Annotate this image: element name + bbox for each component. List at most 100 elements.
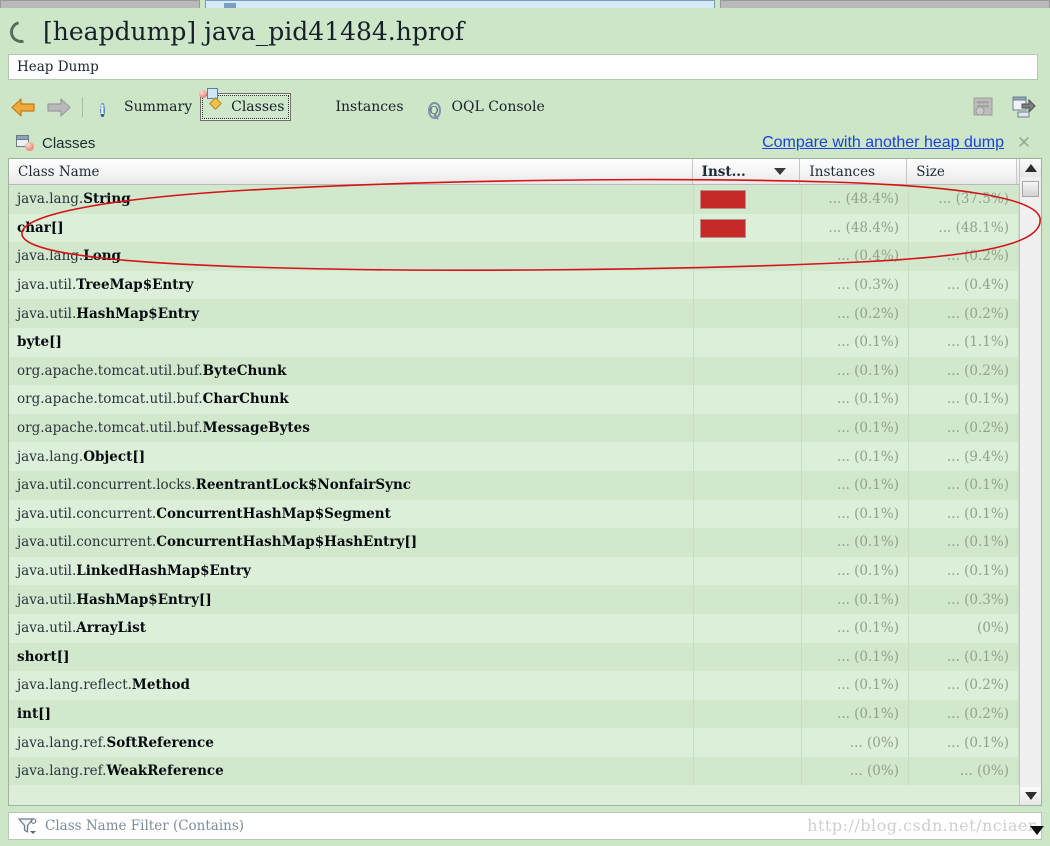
- classes-panel-header: Classes Compare with another heap dump ✕: [8, 128, 1042, 158]
- class-package: org.apache.tomcat.util.buf.: [17, 391, 203, 408]
- dropdown-caret-icon[interactable]: [1030, 826, 1044, 835]
- oql-icon: Q: [427, 101, 441, 119]
- sort-descending-caret-icon: [774, 168, 787, 175]
- cell-instances: ... (0.1%): [802, 585, 909, 614]
- class-simple-name: ByteChunk: [202, 362, 287, 379]
- cell-size: ... (0.1%): [909, 728, 1019, 757]
- cell-class-name: java.lang.reflect. Method: [9, 671, 694, 700]
- document-title-bar: [heapdump] java_pid41484.hprof: [0, 9, 1050, 53]
- table-row[interactable]: java.util. LinkedHashMap$Entry ... (0.1%).…: [9, 556, 1041, 586]
- cell-instances: ... (0.1%): [802, 327, 909, 357]
- table-row[interactable]: java.lang.reflect. Method ... (0.1%)... (0…: [9, 671, 1041, 700]
- cell-instances: ... (0.1%): [802, 556, 909, 586]
- class-simple-name: int[]: [17, 705, 51, 722]
- table-row[interactable]: java.lang.ref. SoftReference ... (0%)... (…: [9, 728, 1041, 757]
- class-simple-name: String: [83, 191, 131, 208]
- table-row[interactable]: org.apache.tomcat.util.buf. ByteChunk ... …: [9, 356, 1041, 386]
- table-row[interactable]: java.util. HashMap$Entry ... (0.2%)... (0.…: [9, 299, 1041, 328]
- class-simple-name: short[]: [17, 648, 70, 665]
- class-simple-name: CharChunk: [202, 391, 289, 408]
- cell-instances: ... (0.3%): [802, 270, 909, 300]
- class-package: java.util.concurrent.: [17, 505, 157, 522]
- cell-instances: ... (0.1%): [802, 528, 909, 557]
- table-row[interactable]: byte[] ... (0.1%)... (1.1%): [9, 327, 1041, 357]
- editor-tab-inactive-2[interactable]: [720, 0, 1050, 8]
- vertical-scrollbar[interactable]: [1019, 159, 1041, 805]
- class-simple-name: ConcurrentHashMap$HashEntry[]: [156, 534, 418, 551]
- table-row[interactable]: java.lang. Long ... (0.4%)... (0.2%): [9, 242, 1041, 271]
- table-row[interactable]: java.util. TreeMap$Entry ... (0.3%)... (0.…: [9, 270, 1041, 300]
- column-header-inst-bar[interactable]: Inst...: [693, 159, 801, 184]
- table-row[interactable]: org.apache.tomcat.util.buf. MessageBytes.…: [9, 413, 1041, 443]
- chart-report-icon[interactable]: [970, 94, 996, 120]
- page-title: [heapdump] java_pid41484.hprof: [43, 16, 465, 46]
- table-row[interactable]: java.lang.ref. WeakReference ... (0%)... (…: [9, 756, 1041, 786]
- scroll-thumb[interactable]: [1022, 181, 1039, 197]
- cell-size: ... (0.2%): [909, 356, 1019, 386]
- editor-tab-inactive-1[interactable]: [0, 0, 200, 8]
- close-icon[interactable]: ✕: [1013, 133, 1035, 153]
- table-row[interactable]: java.util.concurrent.locks. ReentrantLock…: [9, 470, 1041, 500]
- tab-classes[interactable]: Classes: [199, 87, 292, 121]
- class-simple-name: Long: [83, 248, 121, 265]
- info-icon: i: [100, 102, 105, 117]
- tab-summary[interactable]: i Summary: [94, 93, 198, 121]
- cell-size: ... (0.1%): [909, 499, 1019, 529]
- instances-bar: [700, 218, 746, 238]
- class-simple-name: HashMap$Entry[]: [76, 591, 212, 608]
- cell-class-name: char[]: [9, 213, 694, 243]
- table-row[interactable]: short[] ... (0.1%)... (0.1%): [9, 642, 1041, 672]
- class-package: java.util.concurrent.: [17, 534, 157, 551]
- cell-instances: ... (48.4%): [802, 213, 909, 243]
- classes-panel: Classes Compare with another heap dump ✕…: [8, 128, 1042, 806]
- cell-instances-bar: [694, 299, 802, 328]
- scroll-down-arrow-icon[interactable]: [1020, 787, 1041, 805]
- subtab-heap-dump[interactable]: Heap Dump: [17, 59, 99, 75]
- column-header-size[interactable]: Size: [907, 159, 1018, 184]
- forward-arrow-icon[interactable]: [46, 96, 72, 118]
- table-row[interactable]: java.util.concurrent. ConcurrentHashMap$H…: [9, 528, 1041, 557]
- table-row[interactable]: java.lang. String ... (48.4%)... (37.5%): [9, 185, 1041, 214]
- back-arrow-icon[interactable]: [10, 96, 36, 118]
- editor-tabstrip: [0, 0, 1050, 9]
- table-row[interactable]: char[] ... (48.4%)... (48.1%): [9, 213, 1041, 243]
- column-header-inst-bar-label: Inst...: [701, 163, 746, 180]
- tab-oql-console[interactable]: Q OQL Console: [422, 93, 551, 121]
- table-row[interactable]: java.lang. Object[] ... (0.1%)... (9.4%): [9, 442, 1041, 471]
- compare-heap-dump-link[interactable]: Compare with another heap dump: [762, 134, 1004, 152]
- class-name-filter-placeholder: Class Name Filter (Contains): [45, 818, 245, 834]
- cell-instances-bar: [694, 327, 802, 357]
- cell-size: ... (0.4%): [909, 270, 1019, 300]
- table-row[interactable]: int[] ... (0.1%)... (0.2%): [9, 699, 1041, 729]
- table-row[interactable]: java.util.concurrent. ConcurrentHashMap$S…: [9, 499, 1041, 529]
- class-package: java.lang.: [17, 191, 84, 208]
- cell-instances: ... (0.1%): [802, 699, 909, 729]
- scroll-up-arrow-icon[interactable]: [1020, 159, 1041, 177]
- cell-instances-bar: [694, 385, 802, 414]
- cell-size: ... (0%): [909, 756, 1019, 786]
- cell-size: ... (0.1%): [909, 470, 1019, 500]
- cell-instances-bar: [694, 413, 802, 443]
- loading-spinner-icon: [9, 20, 31, 42]
- class-package: java.util.: [17, 305, 77, 322]
- cell-size: ... (0.1%): [909, 528, 1019, 557]
- tab-instances[interactable]: Instances: [305, 93, 409, 121]
- table-row[interactable]: java.util. HashMap$Entry[] ... (0.1%)... (…: [9, 585, 1041, 614]
- cell-instances-bar: [694, 756, 802, 786]
- editor-tab-active[interactable]: [205, 0, 715, 8]
- table-row[interactable]: java.util. ArrayList ... (0.1%) (0%): [9, 613, 1041, 643]
- column-header-instances[interactable]: Instances: [800, 159, 908, 184]
- class-name-filter-bar[interactable]: Class Name Filter (Contains): [8, 812, 1042, 840]
- table-header-row: Class Name Inst... Instances Size: [9, 159, 1041, 185]
- column-header-class-name[interactable]: Class Name: [9, 159, 693, 184]
- class-package: java.lang.: [17, 448, 84, 465]
- table-row[interactable]: org.apache.tomcat.util.buf. CharChunk ... …: [9, 385, 1041, 414]
- export-snapshot-icon[interactable]: [1010, 94, 1036, 120]
- classes-view-icon: [16, 135, 34, 151]
- cell-instances-bar: [694, 185, 802, 214]
- class-simple-name: TreeMap$Entry: [76, 277, 194, 294]
- toolbar-separator: [82, 97, 83, 117]
- cell-instances: ... (0.2%): [802, 299, 909, 328]
- class-package: java.util.: [17, 563, 77, 580]
- cell-size: ... (0.2%): [909, 413, 1019, 443]
